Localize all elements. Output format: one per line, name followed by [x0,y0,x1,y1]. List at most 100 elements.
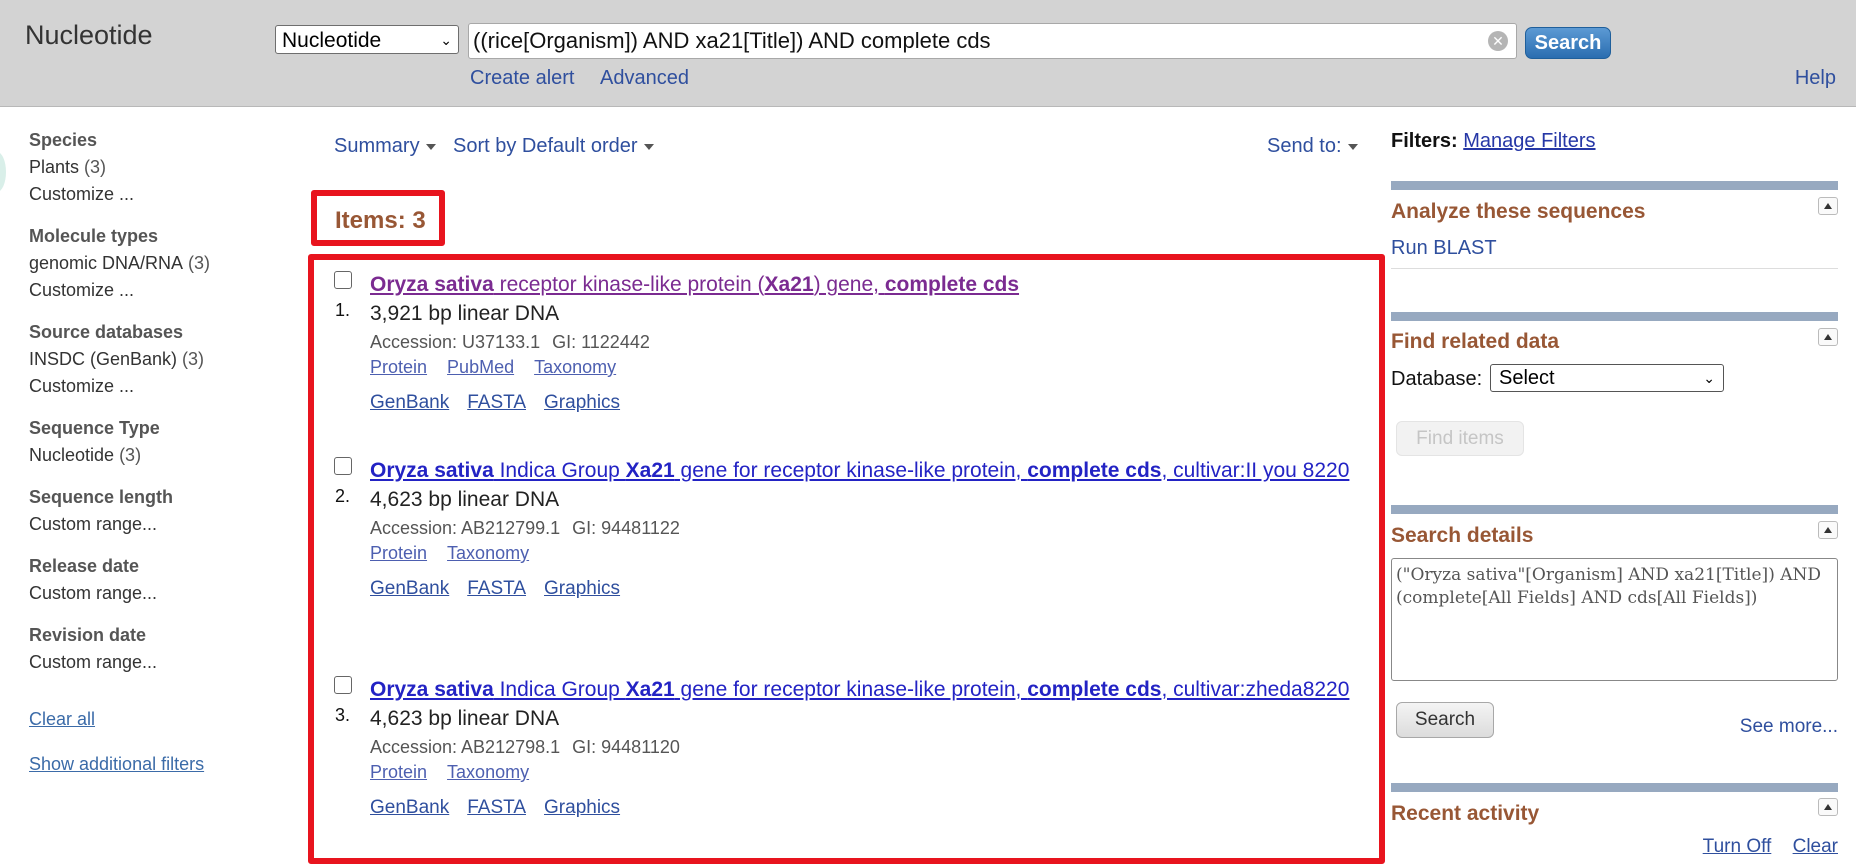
result-format-link[interactable]: GenBank [370,392,449,413]
clear-all-link[interactable]: Clear all [29,709,269,730]
portlet-bar [1391,783,1838,792]
find-items-button[interactable]: Find items [1396,421,1524,456]
result-format-link[interactable]: FASTA [467,392,526,413]
facet-item[interactable]: Plants (3) [29,157,269,178]
result-checkbox[interactable] [334,271,352,289]
facet-item[interactable]: Custom range... [29,583,269,604]
result-number: 2. [335,486,351,506]
facet-group: Sequence length Custom range... [29,487,269,535]
result-title-part: gene for receptor kinase-like protein, [674,678,1028,701]
result-checkbox[interactable] [334,457,352,475]
facet-group: Species Plants (3) Customize ... [29,130,269,205]
facet-item-label: Custom range... [29,652,158,672]
facet-item[interactable]: Customize ... [29,280,269,301]
result-title-part: Oryza sativa [370,678,494,701]
result-title-link[interactable]: Oryza sativa Indica Group Xa21 gene for … [370,675,1370,705]
clear-recent-link[interactable]: Clear [1793,836,1838,857]
result-related-link[interactable]: Taxonomy [534,357,616,377]
result-related-link[interactable]: Protein [370,762,427,782]
summary-dropdown[interactable]: Summary [334,135,436,158]
facet-item[interactable]: Custom range... [29,652,269,673]
search-details-title: Search details [1391,524,1534,547]
result-item: 3. Oryza sativa Indica Group Xa21 gene fo… [334,675,1370,819]
facet-item[interactable]: INSDC (GenBank) (3) [29,349,269,370]
result-format-link[interactable]: GenBank [370,578,449,599]
result-format-link[interactable]: Graphics [544,392,620,413]
result-checkbox[interactable] [334,676,352,694]
help-link[interactable]: Help [1795,67,1836,90]
facet-item-label: Customize ... [29,280,135,300]
create-alert-link[interactable]: Create alert [470,67,575,90]
result-format-link[interactable]: FASTA [467,797,526,818]
result-title-part: complete cds [884,273,1020,296]
result-title-link[interactable]: Oryza sativa receptor kinase-like protei… [370,270,1370,300]
result-format-link[interactable]: GenBank [370,797,449,818]
turn-off-link[interactable]: Turn Off [1703,836,1772,857]
clear-search-icon[interactable]: ✕ [1488,31,1508,51]
collapse-icon[interactable] [1818,197,1838,215]
facet-item-label: Nucleotide [29,445,115,465]
result-accession: Accession: AB212798.1 [370,737,561,757]
filters-header: Filters: Manage Filters [1391,130,1838,153]
facet-item[interactable]: Customize ... [29,376,269,397]
facet-item-label: genomic DNA/RNA [29,253,184,273]
chevron-down-icon: ⌄ [440,32,452,48]
result-related-link[interactable]: Protein [370,357,427,377]
result-title-part: Indica Group [493,459,626,482]
result-title-part: Oryza sativa [370,273,494,296]
result-format-link[interactable]: FASTA [467,578,526,599]
collapse-icon[interactable] [1818,798,1838,816]
facet-item[interactable]: Customize ... [29,184,269,205]
portlet-bar [1391,312,1838,321]
result-related-link[interactable]: Taxonomy [447,762,529,782]
search-button[interactable]: Search [1525,27,1611,59]
manage-filters-link[interactable]: Manage Filters [1463,130,1595,152]
result-format-link[interactable]: Graphics [544,797,620,818]
result-gi: GI: 94481120 [572,737,680,757]
collapse-icon[interactable] [1818,521,1838,539]
result-title-part: complete cds [1027,678,1162,701]
result-related-link[interactable]: Protein [370,543,427,563]
result-related-link[interactable]: PubMed [447,357,514,377]
result-title-part: complete cds [1027,459,1162,482]
chevron-down-icon: ⌄ [1703,370,1715,386]
facet-item[interactable]: genomic DNA/RNA (3) [29,253,269,274]
result-number: 3. [335,705,351,725]
result-title-link[interactable]: Oryza sativa Indica Group Xa21 gene for … [370,456,1370,486]
result-meta: 3,921 bp linear DNA [370,302,560,325]
facet-item[interactable]: Custom range... [29,514,269,535]
result-number: 1. [335,300,351,320]
collapse-icon[interactable] [1818,328,1838,346]
send-to-dropdown[interactable]: Send to: [1267,135,1358,158]
facet-group: Sequence Type Nucleotide (3) [29,418,269,466]
send-to-label: Send to: [1267,135,1342,157]
related-database-select[interactable]: Select ⌄ [1490,364,1724,392]
result-format-links: GenBank FASTA Graphics [370,392,1370,414]
search-input[interactable]: ((rice[Organism]) AND xa21[Title]) AND c… [468,23,1517,59]
search-details-button[interactable]: Search [1396,702,1494,738]
facet-item-label: Custom range... [29,583,158,603]
sort-dropdown[interactable]: Sort by Default order [453,135,654,158]
advanced-link[interactable]: Advanced [600,67,689,90]
database-select[interactable]: Nucleotide ⌄ [275,25,459,54]
result-format-links: GenBank FASTA Graphics [370,797,1370,819]
result-title-part: Indica Group [493,678,626,701]
caret-down-icon [1347,143,1358,150]
result-title-part: Xa21 [764,273,814,296]
filters-label: Filters: [1391,130,1458,152]
facet-item[interactable]: Nucleotide (3) [29,445,269,466]
search-details-textarea[interactable]: ("Oryza sativa"[Organism] AND xa21[Title… [1391,558,1838,681]
see-more-link[interactable]: See more... [1740,716,1838,738]
result-format-link[interactable]: Graphics [544,578,620,599]
show-additional-filters-link[interactable]: Show additional filters [29,754,269,775]
facet-heading: Revision date [29,625,147,645]
result-title-part: gene for receptor kinase-like protein, [674,459,1028,482]
divider [1391,268,1838,269]
result-title-part: , cultivar:zheda8220 [1161,678,1350,701]
result-title-part: Xa21 [625,459,675,482]
facet-item-count: (3) [119,445,142,465]
result-gi: GI: 1122442 [552,332,650,352]
result-related-link[interactable]: Taxonomy [447,543,529,563]
run-blast-link[interactable]: Run BLAST [1391,237,1497,260]
side-tab-decoration [0,152,6,192]
